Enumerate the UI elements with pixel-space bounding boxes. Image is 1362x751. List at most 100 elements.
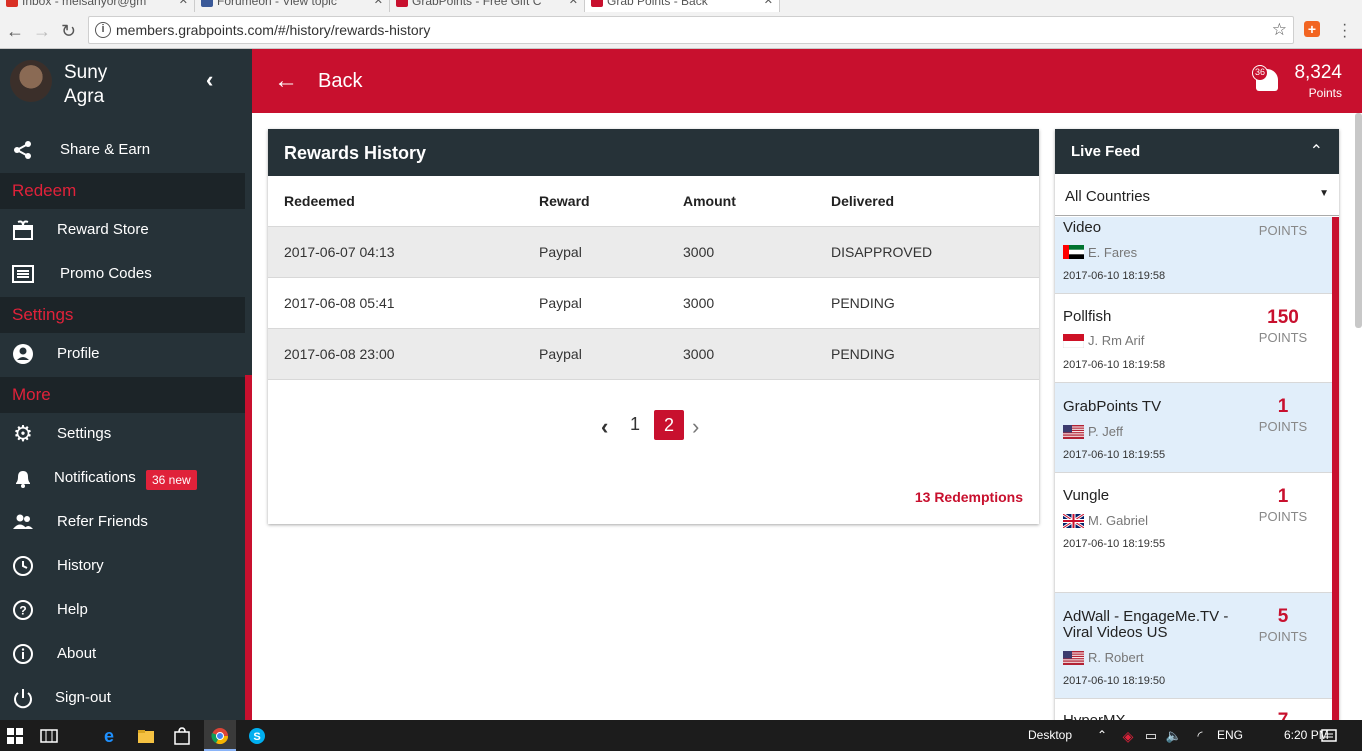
cell-reward: Paypal	[539, 346, 582, 362]
tab-label: GrabPoints - Free Gift C	[412, 0, 542, 8]
browser-tab-grabpoints[interactable]: GrabPoints - Free Gift C ✕	[390, 0, 585, 12]
browser-menu-icon[interactable]: · · ·	[1342, 17, 1347, 45]
sidebar-item-share[interactable]: Share & Earn	[0, 129, 245, 173]
battery-icon[interactable]: ▭	[1142, 727, 1160, 745]
sidebar-item-about[interactable]: About	[0, 633, 245, 677]
feed-item[interactable]: GrabPoints TV P. Jeff 2017-06-10 18:19:5…	[1055, 383, 1332, 473]
cell-reward: Paypal	[539, 244, 582, 260]
feed-item-user: P. Jeff	[1088, 424, 1123, 439]
column-header-amount: Amount	[683, 193, 736, 209]
url-input[interactable]: i members.grabpoints.com/#/history/rewar…	[88, 16, 1294, 44]
points-label: Points	[1308, 86, 1342, 100]
cell-delivered: DISAPPROVED	[831, 244, 933, 260]
back-nav-icon[interactable]: ←	[6, 21, 24, 42]
task-view-icon[interactable]	[40, 727, 58, 745]
sidebar-item-signout[interactable]: Sign-out	[0, 677, 245, 720]
cell-redeemed: 2017-06-08 23:00	[284, 346, 395, 362]
feed-item[interactable]: Pollfish J. Rm Arif 2017-06-10 18:19:58 …	[1055, 294, 1332, 383]
cell-delivered: PENDING	[831, 295, 895, 311]
bookmark-star-icon[interactable]: ☆	[1272, 20, 1287, 40]
feed-scrollbar[interactable]	[1332, 217, 1339, 729]
feed-item-time: 2017-06-10 18:19:58	[1063, 359, 1166, 371]
close-tab-icon[interactable]: ✕	[764, 0, 773, 7]
feed-item[interactable]: Vungle M. Gabriel 2017-06-10 18:19:55 1 …	[1055, 473, 1332, 593]
sidebar-item-refer[interactable]: Refer Friends	[0, 501, 245, 545]
feed-item-user: M. Gabriel	[1088, 513, 1148, 528]
forward-nav-icon[interactable]: →	[33, 21, 51, 42]
page-scrollbar[interactable]	[1355, 113, 1362, 328]
extension-icon[interactable]: +	[1304, 21, 1320, 37]
sidebar-scrollbar[interactable]	[245, 375, 252, 720]
help-icon: ?	[13, 600, 33, 620]
edge-icon[interactable]: e	[100, 727, 118, 745]
chevron-right-icon[interactable]: ›	[692, 414, 699, 440]
column-header-delivered: Delivered	[831, 193, 895, 209]
skype-icon[interactable]: S	[248, 727, 266, 745]
sidebar-item-history[interactable]: History	[0, 545, 245, 589]
grabpoints-icon	[396, 0, 408, 7]
sidebar-item-label: Share & Earn	[60, 141, 151, 158]
close-tab-icon[interactable]: ✕	[179, 0, 188, 7]
tab-label: Inbox - melsanyor@gm	[22, 0, 147, 8]
browser-tab-forum[interactable]: Forumeon - View topic ✕	[195, 0, 390, 12]
grabpoints-icon	[591, 0, 603, 7]
sidebar-item-settings[interactable]: ⚙ Settings	[0, 413, 245, 457]
chevron-left-icon[interactable]: ‹	[601, 414, 608, 440]
chrome-taskbar-button[interactable]	[204, 720, 236, 751]
avatar[interactable]	[10, 60, 52, 102]
volume-icon[interactable]: 🔈	[1165, 727, 1183, 745]
people-icon	[13, 514, 33, 529]
store-icon[interactable]	[173, 727, 191, 745]
file-explorer-icon[interactable]	[137, 727, 155, 745]
tray-app-icon[interactable]: ◈	[1119, 727, 1137, 745]
back-button[interactable]: Back	[318, 70, 362, 93]
share-icon	[14, 141, 31, 159]
notifications-bell[interactable]: 36	[1252, 65, 1280, 97]
section-title: More	[12, 385, 51, 404]
close-tab-icon[interactable]: ✕	[374, 0, 383, 7]
top-bar: ← Back 36 8,324 Points	[252, 49, 1362, 113]
sidebar-item-reward-store[interactable]: Reward Store	[0, 209, 245, 253]
cell-delivered: PENDING	[831, 346, 895, 362]
browser-tab-active[interactable]: Grab Points - Back ✕	[585, 0, 780, 12]
gift-icon	[13, 220, 33, 240]
feed-item-points: 1	[1277, 396, 1289, 417]
desktop-toolbar-label[interactable]: Desktop	[1028, 728, 1072, 742]
redemptions-count: 13 Redemptions	[914, 489, 1023, 505]
cell-amount: 3000	[683, 346, 715, 362]
tab-label: Forumeon - View topic	[217, 0, 337, 8]
feed-item-points: 1	[1277, 486, 1289, 507]
browser-tab-gmail[interactable]: Inbox - melsanyor@gm ✕	[0, 0, 195, 12]
info-icon[interactable]: i	[95, 22, 111, 38]
sidebar-item-profile[interactable]: Profile	[0, 333, 245, 377]
user-header: Suny Agra ‹	[0, 49, 252, 113]
section-title: Redeem	[12, 181, 77, 200]
gear-icon: ⚙	[13, 421, 33, 446]
table-divider	[268, 379, 1039, 380]
back-arrow-icon[interactable]: ←	[274, 67, 298, 95]
power-icon	[14, 689, 32, 709]
sidebar-item-promo-codes[interactable]: Promo Codes	[0, 253, 245, 297]
language-indicator[interactable]: ENG	[1217, 728, 1243, 742]
feed-item-user: E. Fares	[1088, 245, 1138, 260]
sidebar-item-label: Notifications	[54, 469, 136, 486]
feed-item[interactable]: Video E. Fares 2017-06-10 18:19:58 POINT…	[1055, 217, 1332, 294]
feed-header[interactable]: Live Feed ⌃	[1055, 129, 1339, 174]
feed-item-name: Video	[1063, 219, 1102, 236]
sidebar-item-help[interactable]: ? Help	[0, 589, 245, 633]
country-select-value: All Countries	[1065, 188, 1151, 205]
page-button-1[interactable]: 1	[630, 414, 640, 435]
sidebar-item-label: About	[57, 645, 97, 662]
chevron-up-icon[interactable]: ⌃	[1310, 141, 1323, 161]
country-select[interactable]: All Countries ▼	[1055, 174, 1339, 216]
page-button-2-active[interactable]: 2	[654, 410, 684, 440]
action-center-icon[interactable]	[1320, 727, 1338, 745]
tray-expand-icon[interactable]: ⌃	[1097, 728, 1107, 742]
reload-icon[interactable]: ↻	[61, 21, 76, 42]
wifi-icon[interactable]: ◜	[1191, 727, 1209, 745]
collapse-sidebar-icon[interactable]: ‹	[206, 67, 213, 93]
feed-item[interactable]: AdWall - EngageMe.TV - Viral Videos US R…	[1055, 593, 1332, 699]
windows-start-icon[interactable]	[6, 727, 24, 745]
close-tab-icon[interactable]: ✕	[569, 0, 578, 7]
sidebar-item-notifications[interactable]: Notifications 36 new	[0, 457, 245, 501]
